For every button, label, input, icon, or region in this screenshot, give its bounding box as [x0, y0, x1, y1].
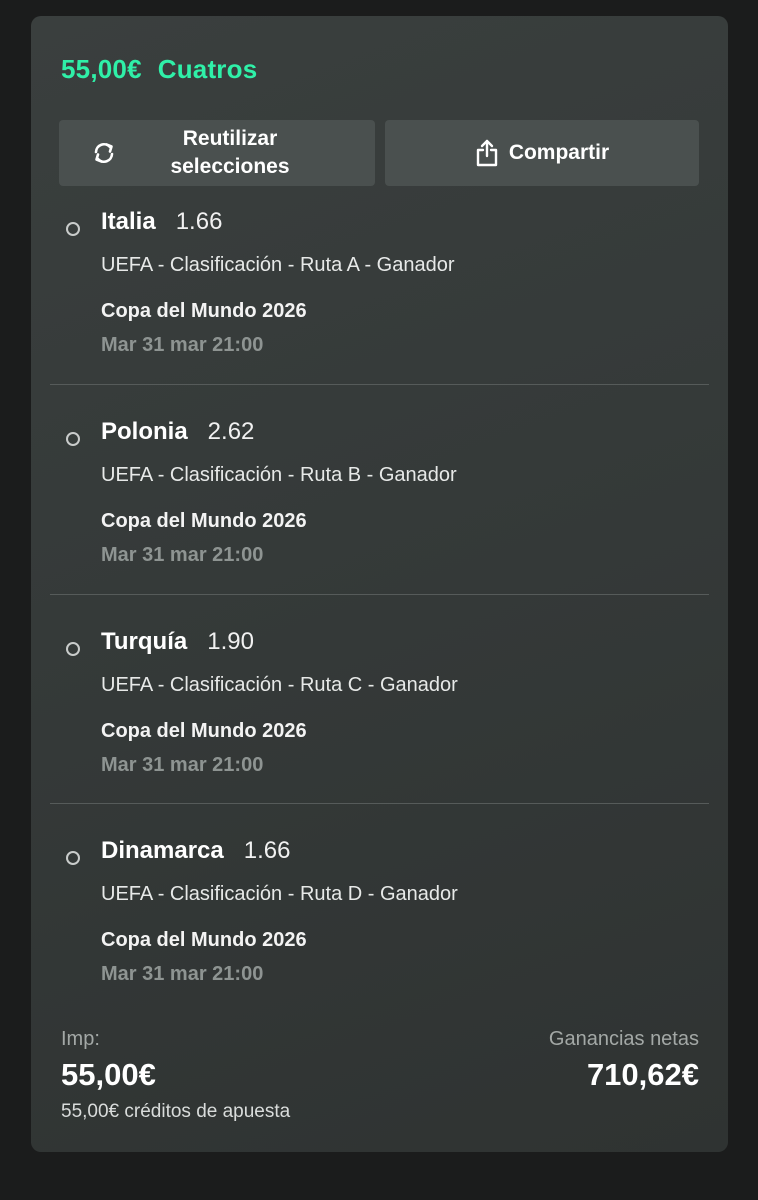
stake-label: Imp: [61, 1028, 100, 1050]
selection-odds: 2.62 [207, 418, 255, 445]
divider [50, 803, 709, 804]
selection-date: Mar 31 mar 21:00 [101, 334, 264, 356]
bet-stake-title: 55,00€ [61, 54, 142, 84]
selection-title: Turquía 1.90 [101, 628, 254, 656]
selection-market: UEFA - Clasificación - Ruta B - Ganador [101, 464, 457, 486]
selection-event: Copa del Mundo 2026 [101, 720, 307, 742]
bet-credits-text: 55,00€ créditos de apuesta [61, 1101, 291, 1122]
bet-card: 55,00€ Cuatros Reutilizar selecciones Co… [31, 16, 728, 1152]
share-button[interactable]: Compartir [385, 120, 699, 186]
selection-event: Copa del Mundo 2026 [101, 300, 307, 322]
selection-odds: 1.66 [175, 208, 223, 235]
selection-team: Polonia [101, 418, 188, 445]
selection-event: Copa del Mundo 2026 [101, 929, 307, 951]
bet-type: Cuatros [157, 54, 258, 84]
selection-radio-icon [66, 642, 80, 656]
selection-radio-icon [66, 851, 80, 865]
reuse-label-line2: selecciones [170, 155, 290, 178]
selection-market: UEFA - Clasificación - Ruta A - Ganador [101, 254, 455, 276]
selection-date: Mar 31 mar 21:00 [101, 754, 264, 776]
net-winnings-value: 710,62€ [586, 1057, 699, 1092]
selection-radio-icon [66, 222, 80, 236]
net-winnings-label: Ganancias netas [548, 1028, 699, 1050]
reuse-selections-label: Reutilizar selecciones [170, 125, 289, 181]
refresh-icon [91, 140, 117, 166]
selection-event: Copa del Mundo 2026 [101, 510, 307, 532]
selection-market: UEFA - Clasificación - Ruta C - Ganador [101, 674, 458, 696]
selection-odds: 1.66 [243, 837, 291, 864]
selection-title: Polonia 2.62 [101, 418, 254, 446]
stake-value: 55,00€ [61, 1057, 156, 1092]
selection-team: Turquía [101, 628, 188, 655]
selection-radio-icon [66, 432, 80, 446]
selection-odds: 1.90 [207, 628, 254, 655]
selection-title: Italia 1.66 [101, 208, 222, 236]
share-icon [475, 139, 499, 167]
reuse-label-line1: Reutilizar [182, 127, 278, 150]
reuse-selections-button[interactable]: Reutilizar selecciones [59, 120, 375, 186]
selection-market: UEFA - Clasificación - Ruta D - Ganador [101, 883, 458, 905]
divider [50, 384, 709, 385]
selection-title: Dinamarca 1.66 [101, 837, 290, 865]
selection-date: Mar 31 mar 21:00 [101, 544, 264, 566]
selection-team: Dinamarca [101, 837, 224, 864]
selection-team: Italia [101, 208, 156, 235]
divider [50, 594, 709, 595]
selection-date: Mar 31 mar 21:00 [101, 963, 264, 985]
bet-header: 55,00€ Cuatros [61, 54, 257, 85]
share-label: Compartir [508, 141, 610, 164]
